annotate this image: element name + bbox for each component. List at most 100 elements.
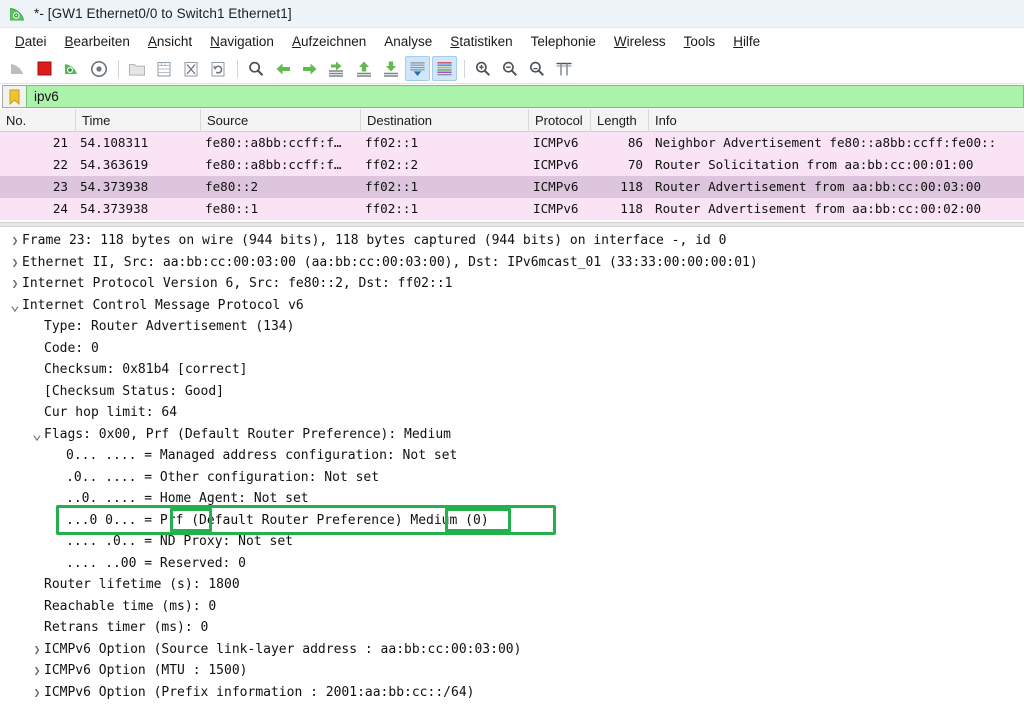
resize-columns-icon[interactable] bbox=[551, 56, 576, 81]
zoom-in-icon[interactable] bbox=[470, 56, 495, 81]
packet-destination: ff02::2 bbox=[365, 157, 419, 172]
detail-tree-row[interactable]: Retrans timer (ms): 0 bbox=[0, 617, 1024, 639]
chevron-down-icon[interactable]: ⌄ bbox=[8, 297, 22, 313]
menu-telephonie[interactable]: Telephonie bbox=[522, 32, 605, 51]
detail-tree-row[interactable]: ❯ ICMPv6 Option (Prefix information : 200… bbox=[0, 682, 1024, 704]
capture-options-icon[interactable] bbox=[86, 56, 111, 81]
go-back-icon[interactable] bbox=[270, 56, 295, 81]
packet-no: 21 bbox=[52, 135, 68, 150]
open-file-icon[interactable] bbox=[124, 56, 149, 81]
detail-tree-label: Ethernet II, Src: aa:bb:cc:00:03:00 (aa:… bbox=[22, 254, 758, 270]
column-header-info[interactable]: Info bbox=[649, 109, 1024, 132]
detail-tree-row[interactable]: ❯ Internet Protocol Version 6, Src: fe80:… bbox=[0, 273, 1024, 295]
main-toolbar bbox=[0, 54, 1024, 84]
go-forward-icon[interactable] bbox=[297, 56, 322, 81]
packet-destination: ff02::1 bbox=[365, 135, 419, 150]
chevron-down-icon[interactable]: ⌄ bbox=[30, 426, 44, 442]
detail-tree-row[interactable]: .... .0.. = ND Proxy: Not set bbox=[0, 531, 1024, 553]
restart-capture-icon[interactable] bbox=[59, 56, 84, 81]
packet-protocol: ICMPv6 bbox=[533, 179, 579, 194]
detail-tree-row[interactable]: .0.. .... = Other configuration: Not set bbox=[0, 467, 1024, 489]
menu-aufzeichnen[interactable]: Aufzeichnen bbox=[283, 32, 375, 51]
detail-tree-label: Checksum: 0x81b4 [correct] bbox=[44, 362, 248, 377]
menu-ansicht[interactable]: Ansicht bbox=[139, 32, 201, 51]
display-filter-input[interactable]: ipv6 bbox=[26, 85, 1024, 108]
reload-file-icon[interactable] bbox=[205, 56, 230, 81]
menu-hilfe[interactable]: Hilfe bbox=[724, 32, 769, 51]
detail-tree-row[interactable]: Type: Router Advertisement (134) bbox=[0, 316, 1024, 338]
detail-tree-row[interactable]: ❯ ICMPv6 Option (MTU : 1500) bbox=[0, 660, 1024, 682]
menu-statistiken[interactable]: Statistiken bbox=[441, 32, 521, 51]
packet-list-row[interactable]: 23 54.373938 fe80::2 ff02::1 ICMPv6 118 Router… bbox=[0, 176, 1024, 198]
packet-list-row[interactable]: 24 54.373938 fe80::1 ff02::1 ICMPv6 118 Router… bbox=[0, 198, 1024, 220]
packet-source: fe80::a8bb:ccff:f… bbox=[205, 135, 342, 150]
go-last-packet-icon[interactable] bbox=[378, 56, 403, 81]
auto-scroll-icon[interactable] bbox=[405, 56, 430, 81]
column-header-length[interactable]: Length bbox=[591, 108, 649, 132]
stop-capture-icon[interactable] bbox=[32, 56, 57, 81]
bookmark-icon[interactable] bbox=[2, 85, 26, 108]
chevron-right-icon[interactable]: ❯ bbox=[30, 682, 44, 704]
column-header-no[interactable]: No. bbox=[0, 108, 76, 132]
detail-tree-row[interactable]: ❯ Frame 23: 118 bytes on wire (944 bits),… bbox=[0, 230, 1024, 252]
go-to-packet-icon[interactable] bbox=[324, 56, 349, 81]
packet-time: 54.108311 bbox=[80, 135, 149, 150]
packet-list[interactable]: 21 54.108311 fe80::a8bb:ccff:f… ff02::1 ICMP… bbox=[0, 132, 1024, 222]
detail-tree-row[interactable]: ..0. .... = Home Agent: Not set bbox=[0, 488, 1024, 510]
go-first-packet-icon[interactable] bbox=[351, 56, 376, 81]
menu-datei[interactable]: Datei bbox=[6, 32, 56, 51]
detail-tree-label: Flags: 0x00, Prf (Default Router Prefere… bbox=[44, 426, 451, 442]
packet-source: fe80::1 bbox=[205, 201, 259, 216]
detail-tree-row[interactable]: Code: 0 bbox=[0, 338, 1024, 360]
detail-tree-row[interactable]: [Checksum Status: Good] bbox=[0, 381, 1024, 403]
packet-protocol: ICMPv6 bbox=[533, 135, 579, 150]
window-title: *- [GW1 Ethernet0/0 to Switch1 Ethernet1… bbox=[34, 6, 292, 21]
detail-tree-row[interactable]: ❯ Ethernet II, Src: aa:bb:cc:00:03:00 (aa… bbox=[0, 252, 1024, 274]
detail-tree-label: [Checksum Status: Good] bbox=[44, 383, 225, 399]
detail-tree-row[interactable]: Router lifetime (s): 1800 bbox=[0, 574, 1024, 596]
packet-destination: ff02::1 bbox=[365, 201, 419, 216]
detail-tree-row[interactable]: ...0 0... = Prf (Default Router Preferen… bbox=[0, 510, 1024, 532]
detail-tree-row[interactable]: ⌄ Flags: 0x00, Prf (Default Router Prefer… bbox=[0, 424, 1024, 446]
column-header-protocol[interactable]: Protocol bbox=[529, 108, 591, 132]
chevron-right-icon[interactable]: ❯ bbox=[30, 660, 44, 682]
column-header-destination[interactable]: Destination bbox=[361, 108, 529, 132]
chevron-right-icon[interactable]: ❯ bbox=[8, 230, 22, 252]
wireshark-shark-fin-icon bbox=[8, 4, 27, 23]
detail-tree-row[interactable]: ❯ ICMPv6 Option (Source link-layer addres… bbox=[0, 639, 1024, 661]
find-packet-icon[interactable] bbox=[243, 56, 268, 81]
menu-navigation[interactable]: Navigation bbox=[201, 32, 283, 51]
detail-tree-row[interactable]: ⌄ Internet Control Message Protocol v6 bbox=[0, 295, 1024, 317]
menu-wireless[interactable]: Wireless bbox=[605, 32, 675, 51]
packet-list-row[interactable]: 22 54.363619 fe80::a8bb:ccff:f… ff02::2 ICMP… bbox=[0, 154, 1024, 176]
packet-info: Router Advertisement from aa:bb:cc:00:02… bbox=[655, 201, 982, 216]
detail-tree-label: .... ..00 = Reserved: 0 bbox=[66, 555, 247, 571]
detail-tree-label: Reachable time (ms): 0 bbox=[44, 598, 217, 614]
detail-tree-label: Frame 23: 118 bytes on wire (944 bits), … bbox=[22, 233, 727, 248]
zoom-reset-icon[interactable] bbox=[524, 56, 549, 81]
zoom-out-icon[interactable] bbox=[497, 56, 522, 81]
detail-tree-row[interactable]: Cur hop limit: 64 bbox=[0, 402, 1024, 424]
detail-tree-row[interactable]: Checksum: 0x81b4 [correct] bbox=[0, 359, 1024, 381]
menu-bearbeiten[interactable]: Bearbeiten bbox=[56, 32, 139, 51]
save-file-icon[interactable] bbox=[151, 56, 176, 81]
chevron-right-icon[interactable]: ❯ bbox=[8, 252, 22, 274]
packet-length: 118 bbox=[620, 201, 643, 216]
chevron-right-icon[interactable]: ❯ bbox=[30, 639, 44, 661]
close-file-icon[interactable] bbox=[178, 56, 203, 81]
start-capture-icon[interactable] bbox=[5, 56, 30, 81]
column-header-source[interactable]: Source bbox=[201, 108, 361, 132]
packet-list-row[interactable]: 21 54.108311 fe80::a8bb:ccff:f… ff02::1 ICMP… bbox=[0, 132, 1024, 154]
packet-source: fe80::a8bb:ccff:f… bbox=[205, 157, 342, 172]
colorize-icon[interactable] bbox=[432, 56, 457, 81]
detail-tree-label: 0... .... = Managed address configuratio… bbox=[66, 448, 458, 463]
packet-length: 86 bbox=[627, 135, 643, 150]
detail-tree-row[interactable]: 0... .... = Managed address configuratio… bbox=[0, 445, 1024, 467]
packet-detail-tree[interactable]: ❯ Frame 23: 118 bytes on wire (944 bits),… bbox=[0, 227, 1024, 705]
detail-tree-row[interactable]: .... ..00 = Reserved: 0 bbox=[0, 553, 1024, 575]
menu-tools[interactable]: Tools bbox=[675, 32, 725, 51]
menu-analyse[interactable]: Analyse bbox=[375, 32, 441, 51]
chevron-right-icon[interactable]: ❯ bbox=[8, 273, 22, 295]
detail-tree-row[interactable]: Reachable time (ms): 0 bbox=[0, 596, 1024, 618]
column-header-time[interactable]: Time bbox=[76, 108, 201, 132]
